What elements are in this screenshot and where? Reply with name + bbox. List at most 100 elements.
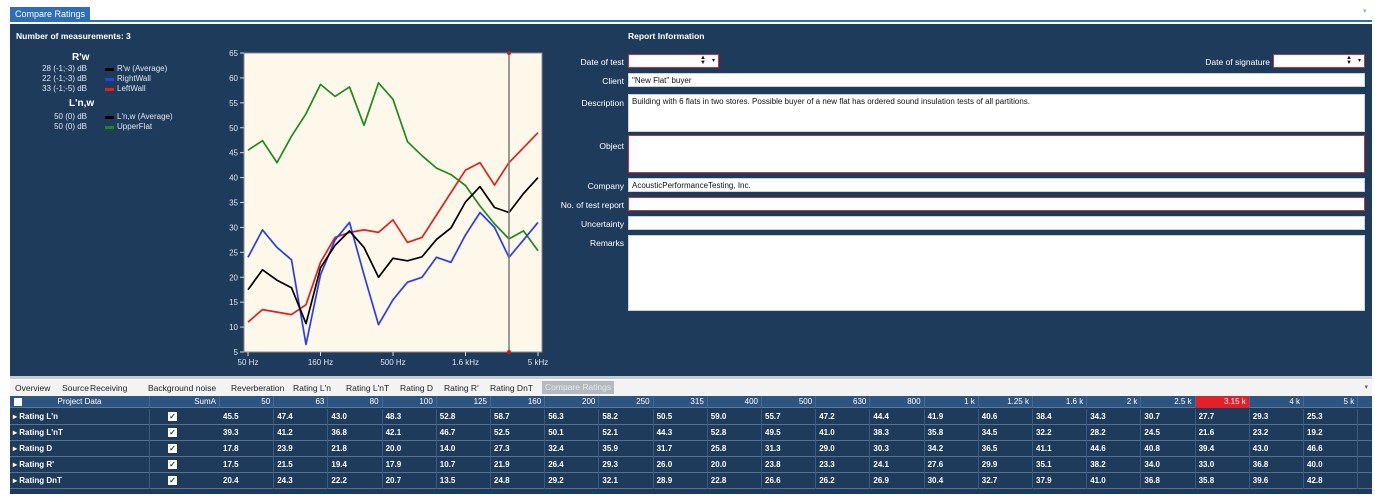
column-header[interactable]: 63: [274, 396, 329, 408]
column-header[interactable]: 1 k: [925, 396, 979, 408]
cell: 22.2: [328, 473, 383, 489]
rating-chart[interactable]: 5 10 15 20 25 30 35 40 45 50 55 60 65 50 Hz 160 Hz 500 …: [206, 48, 554, 370]
cell: 14.0: [437, 441, 491, 457]
description-field[interactable]: Building with 6 flats in two stores. Pos…: [628, 94, 1365, 132]
tab-compare-ratings[interactable]: Compare Ratings: [10, 7, 91, 22]
cell: 21.6: [1196, 425, 1250, 441]
table-row[interactable]: ▸ Rating L'n ✓ 45.5 47.4 43.0 48.3 52.8 58.7 56.…: [10, 409, 1372, 425]
column-header[interactable]: 250: [599, 396, 654, 408]
row-checkbox[interactable]: ✓: [168, 476, 177, 485]
tab-rating-l-nt[interactable]: Rating L'nT: [346, 383, 389, 393]
cell: 39.3: [220, 425, 275, 441]
tab-background-noise[interactable]: Background noise: [148, 383, 216, 393]
column-header[interactable]: 50: [220, 396, 275, 408]
cell: 52.8: [437, 409, 491, 425]
column-header[interactable]: 630: [816, 396, 871, 408]
cell: 38.4: [1033, 409, 1088, 425]
splitter[interactable]: [10, 376, 1372, 379]
project-data-header[interactable]: Project Data: [10, 396, 150, 408]
table-row[interactable]: ▸ Rating D ✓ 17.8 23.9 21.8 20.0 14.0 27.3 32.4 3…: [10, 441, 1372, 457]
column-header[interactable]: 125: [437, 396, 491, 408]
column-header[interactable]: 160: [491, 396, 546, 408]
column-header[interactable]: SumA: [150, 396, 220, 408]
company-label: Company: [587, 181, 624, 191]
cell: 55.7: [762, 409, 817, 425]
column-header[interactable]: 800: [870, 396, 925, 408]
cell: 42.8: [1304, 473, 1359, 489]
legend-label: L'n,w (Average): [117, 112, 173, 121]
column-header[interactable]: 400: [708, 396, 762, 408]
object-field[interactable]: [628, 135, 1365, 173]
spinner-icon[interactable]: ▲ ▼: [700, 55, 706, 66]
column-header[interactable]: 3.15 k: [1195, 396, 1250, 408]
date-of-test-field[interactable]: ▲ ▼ ▾: [628, 54, 719, 68]
column-header[interactable]: 5 k: [1304, 396, 1359, 408]
column-header[interactable]: 2.5 k: [1141, 396, 1196, 408]
cell: 32.7: [979, 473, 1033, 489]
cell: 29.9: [979, 457, 1033, 473]
column-header[interactable]: 80: [328, 396, 383, 408]
document-tabstrip: Compare Ratings ▾: [10, 7, 1372, 22]
row-checkbox[interactable]: ✓: [168, 412, 177, 421]
table-row[interactable]: ▸ Rating DnT ✓ 20.4 24.3 22.2 20.7 13.5 24.8 29.…: [10, 473, 1372, 489]
collapse-icon[interactable]: ▾: [1364, 383, 1368, 391]
row-checkbox[interactable]: ✓: [168, 444, 177, 453]
tab-reverberation[interactable]: Reverberation: [231, 383, 284, 393]
cell: 13.5: [437, 473, 491, 489]
remarks-field[interactable]: [628, 235, 1365, 311]
cell: 30.7: [1141, 409, 1196, 425]
date-of-signature-field[interactable]: ▲ ▼ ▾: [1273, 54, 1365, 68]
cell: 36.5: [979, 441, 1033, 457]
table-row[interactable]: ▸ Rating L'nT ✓ 39.3 41.2 36.8 42.1 46.7 52.5 50…: [10, 425, 1372, 441]
row-name[interactable]: ▸ Rating L'nT: [10, 425, 150, 441]
tab-overview[interactable]: Overview: [15, 383, 50, 393]
company-field[interactable]: AcousticPerformanceTesting, Inc.: [628, 178, 1365, 192]
column-header[interactable]: 2 k: [1087, 396, 1142, 408]
chevron-down-icon[interactable]: ▾: [712, 57, 715, 64]
collapse-icon[interactable]: ▾: [1363, 8, 1370, 15]
table-row[interactable]: ▸ Rating R' ✓ 17.5 21.5 19.4 17.9 10.7 21.9 26.4…: [10, 457, 1372, 473]
row-name[interactable]: ▸ Rating R': [10, 457, 150, 473]
column-header[interactable]: 1.6 k: [1033, 396, 1088, 408]
client-field[interactable]: "New Flat" buyer: [628, 73, 1365, 87]
cell: 40.8: [1141, 441, 1196, 457]
legend-swatch: [105, 88, 114, 91]
y-tick-label: 25: [229, 248, 238, 257]
row-name[interactable]: ▸ Rating D: [10, 441, 150, 457]
column-header[interactable]: 1.25 k: [979, 396, 1033, 408]
tab-rating-dnt[interactable]: Rating DnT: [490, 383, 533, 393]
tab-compare-ratings[interactable]: Compare Ratings: [542, 381, 615, 394]
cell: 43.0: [328, 409, 383, 425]
tab-rating-d[interactable]: Rating D: [400, 383, 433, 393]
chevron-down-icon[interactable]: ▾: [1358, 57, 1361, 64]
uncertainty-field[interactable]: [628, 216, 1365, 230]
x-tick-label: 160 Hz: [308, 358, 333, 367]
column-header[interactable]: 500: [762, 396, 817, 408]
measurement-count-label: Number of measurements: 3: [16, 31, 131, 41]
cell: 44.6: [1087, 441, 1142, 457]
row-checkbox[interactable]: ✓: [168, 460, 177, 469]
remarks-label: Remarks: [589, 238, 624, 248]
legend-item: 28 (-1;-3) dB R'w (Average): [25, 64, 185, 74]
column-header[interactable]: 315: [654, 396, 708, 408]
column-header[interactable]: 200: [545, 396, 600, 408]
legend-item: 33 (-1;-5) dB LeftWall: [25, 84, 185, 94]
cell: 41.9: [925, 409, 979, 425]
row-checkbox[interactable]: ✓: [168, 428, 177, 437]
x-tick-label: 500 Hz: [380, 358, 405, 367]
uncertainty-label: Uncertainty: [581, 219, 624, 229]
tab-rating-l-n[interactable]: Rating L'n: [293, 383, 331, 393]
row-name[interactable]: ▸ Rating L'n: [10, 409, 150, 425]
tab-source[interactable]: Source: [62, 383, 89, 393]
report-number-field[interactable]: [628, 197, 1365, 211]
column-header[interactable]: 4 k: [1250, 396, 1304, 408]
cell: 30.4: [925, 473, 979, 489]
tab-rating-r-[interactable]: Rating R': [444, 383, 479, 393]
cell: 52.5: [491, 425, 546, 441]
column-header[interactable]: 100: [383, 396, 437, 408]
legend-item: 50 (0) dB UpperFlat: [25, 122, 185, 132]
row-name[interactable]: ▸ Rating DnT: [10, 473, 150, 489]
spinner-icon[interactable]: ▲ ▼: [1346, 55, 1352, 66]
cell: 49.5: [762, 425, 817, 441]
tab-receiving[interactable]: Receiving: [90, 383, 127, 393]
